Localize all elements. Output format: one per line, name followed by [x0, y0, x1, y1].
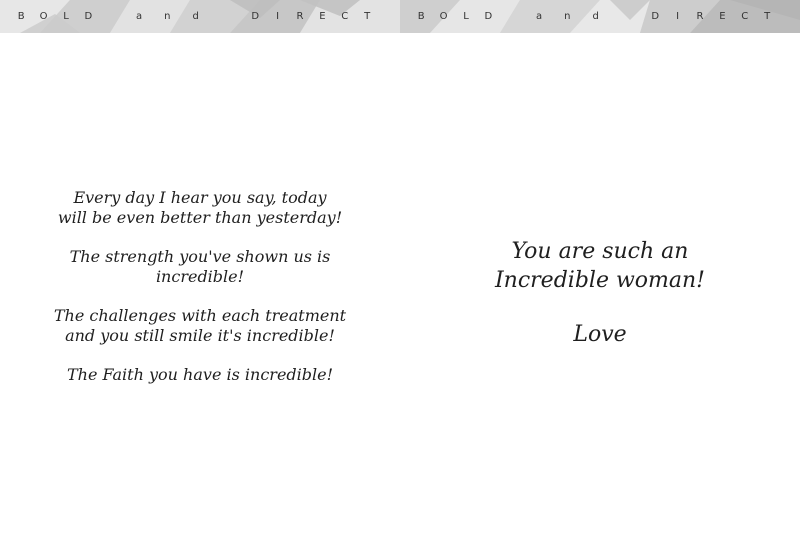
poem: Every day I hear you say, today will be …: [0, 188, 400, 385]
banner-letter: T: [364, 11, 371, 22]
banner-panel-right: B O L D and D I R E C T: [400, 0, 800, 33]
poem-stanza: The challenges with each treatment and y…: [0, 306, 400, 346]
closing-love: Love: [573, 322, 627, 347]
banner-text-left: B O L D and D I R E C T: [0, 0, 400, 33]
banner-letter: O: [39, 11, 48, 22]
poem-line: will be even better than yesterday!: [57, 208, 343, 227]
right-page: You are such an Incredible woman! Love: [400, 33, 800, 560]
banner-letter: D: [84, 11, 93, 22]
banner-letter: L: [463, 11, 469, 22]
poem-line: The Faith you have is incredible!: [66, 365, 334, 384]
banner-letter: E: [319, 11, 326, 22]
poem-stanza: Every day I hear you say, today will be …: [0, 188, 400, 228]
banner-letter: B: [417, 11, 425, 22]
banner-letter: I: [276, 11, 280, 22]
banner-letter: C: [741, 11, 749, 22]
card-message: You are such an Incredible woman!: [400, 237, 800, 295]
message-line: You are such an: [511, 239, 689, 264]
message-line: Incredible woman!: [494, 268, 706, 293]
banner-panel-left: B O L D and D I R E C T: [0, 0, 400, 33]
poem-line: and you still smile it's incredible!: [65, 326, 335, 345]
banner-letter: E: [719, 11, 726, 22]
left-page: Every day I hear you say, today will be …: [0, 33, 400, 560]
banner-text-right: B O L D and D I R E C T: [400, 0, 800, 33]
banner-letter: R: [696, 11, 704, 22]
banner-letter: R: [296, 11, 304, 22]
top-banner: B O L D and D I R E C T B O L D and D I R E C T: [0, 0, 800, 33]
banner-letter: O: [439, 11, 448, 22]
banner-letter: L: [63, 11, 69, 22]
banner-letter: D: [251, 11, 260, 22]
banner-letter: D: [484, 11, 493, 22]
poem-line: The strength you've shown us is: [69, 247, 331, 266]
banner-word-bold: BOLD: [10, 11, 100, 22]
banner-letter: D: [651, 11, 660, 22]
poem-stanza: The Faith you have is incredible!: [0, 365, 400, 385]
poem-line: incredible!: [155, 267, 245, 286]
banner-word-and: and: [536, 11, 621, 22]
banner-word-direct: DIRECT: [244, 11, 378, 22]
banner-letter: I: [676, 11, 680, 22]
poem-line: Every day I hear you say, today: [73, 188, 327, 207]
banner-letter: T: [764, 11, 771, 22]
poem-line: The challenges with each treatment: [53, 306, 347, 325]
banner-word-and: and: [136, 11, 221, 22]
banner-word-direct: DIRECT: [644, 11, 778, 22]
banner-letter: B: [17, 11, 25, 22]
poem-stanza: The strength you've shown us is incredib…: [0, 247, 400, 287]
banner-letter: C: [341, 11, 349, 22]
banner-word-bold: BOLD: [410, 11, 500, 22]
